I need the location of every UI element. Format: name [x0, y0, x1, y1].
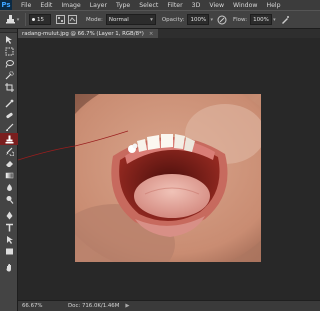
spot-healing-tool-icon[interactable]: [0, 109, 18, 121]
clone-stamp-icon: [5, 15, 15, 24]
menu-file[interactable]: File: [21, 2, 31, 9]
brush-tool-icon[interactable]: [0, 121, 18, 133]
opacity-value: 100%: [190, 16, 207, 23]
quick-select-tool-icon[interactable]: [0, 69, 18, 81]
pen-tool-icon[interactable]: [0, 209, 18, 221]
lasso-tool-icon[interactable]: [0, 57, 18, 69]
chevron-down-icon[interactable]: ▾: [273, 17, 276, 23]
move-tool-icon[interactable]: [0, 33, 18, 45]
brush-size-value: 15: [37, 16, 44, 23]
hand-tool-icon[interactable]: [0, 261, 18, 273]
menu-layer[interactable]: Layer: [90, 2, 107, 9]
menu-bar: Ps File Edit Image Layer Type Select Fil…: [0, 0, 320, 10]
flow-label: Flow:: [232, 16, 248, 23]
history-brush-tool-icon[interactable]: [0, 145, 18, 157]
menu-window[interactable]: Window: [233, 2, 257, 9]
document-tab[interactable]: radang-mulut.jpg @ 66.7% (Layer 1, RGB/8…: [18, 29, 158, 38]
menu-3d[interactable]: 3D: [192, 2, 201, 9]
menu-view[interactable]: View: [209, 2, 224, 9]
opacity-label: Opacity:: [161, 16, 185, 23]
menu-select[interactable]: Select: [139, 2, 158, 9]
mouth-photo: [75, 94, 261, 262]
shape-tool-icon[interactable]: [0, 245, 18, 257]
airbrush-icon[interactable]: [279, 14, 291, 26]
options-bar: ▾ 15 Mode: Normal ▾ Opacity: 100% ▾ Flow…: [0, 10, 320, 29]
gradient-tool-icon[interactable]: [0, 169, 18, 181]
status-menu-arrow-icon[interactable]: ▶: [125, 303, 129, 309]
path-select-tool-icon[interactable]: [0, 233, 18, 245]
tool-preset-picker[interactable]: ▾: [2, 12, 22, 27]
pressure-opacity-icon[interactable]: [216, 14, 228, 26]
document-image[interactable]: [75, 94, 261, 262]
tools-panel: [0, 29, 18, 311]
menu-filter[interactable]: Filter: [167, 2, 182, 9]
brush-size-picker[interactable]: 15: [29, 14, 51, 25]
eraser-tool-icon[interactable]: [0, 157, 18, 169]
mode-select[interactable]: Normal ▾: [105, 14, 156, 25]
menu-help[interactable]: Help: [266, 2, 280, 9]
chevron-down-icon: ▾: [16, 16, 20, 23]
menu-edit[interactable]: Edit: [40, 2, 52, 9]
brush-dot-icon: [32, 18, 35, 21]
document-tab-bar: radang-mulut.jpg @ 66.7% (Layer 1, RGB/8…: [18, 29, 320, 38]
crop-tool-icon[interactable]: [0, 81, 18, 93]
zoom-level-field[interactable]: 66.67%: [22, 303, 56, 309]
document-size-info: Doc: 716.0K/1.46M: [68, 303, 120, 309]
type-tool-icon[interactable]: [0, 221, 18, 233]
divider: [25, 13, 26, 26]
flow-value: 100%: [253, 16, 269, 23]
menu-type[interactable]: Type: [116, 2, 130, 9]
canvas-area[interactable]: [18, 38, 320, 300]
menu-image[interactable]: Image: [61, 2, 80, 9]
mode-value: Normal: [108, 16, 129, 23]
chevron-down-icon: ▾: [150, 16, 153, 23]
marquee-tool-icon[interactable]: [0, 45, 18, 57]
blur-tool-icon[interactable]: [0, 181, 18, 193]
chevron-down-icon[interactable]: ▾: [210, 17, 213, 23]
eyedropper-tool-icon[interactable]: [0, 97, 18, 109]
opacity-field[interactable]: 100%: [187, 14, 210, 25]
close-icon[interactable]: ×: [149, 31, 154, 37]
mode-label: Mode:: [86, 16, 103, 23]
dodge-tool-icon[interactable]: [0, 193, 18, 205]
clone-stamp-tool-icon[interactable]: [0, 133, 18, 145]
flow-field[interactable]: 100%: [250, 14, 273, 25]
brush-panel-icon[interactable]: [54, 14, 66, 26]
photoshop-logo: Ps: [0, 0, 12, 10]
status-bar: 66.67% Doc: 716.0K/1.46M ▶: [18, 300, 320, 311]
document-tab-title: radang-mulut.jpg @ 66.7% (Layer 1, RGB/8…: [22, 30, 144, 37]
clone-source-icon[interactable]: [66, 14, 78, 26]
